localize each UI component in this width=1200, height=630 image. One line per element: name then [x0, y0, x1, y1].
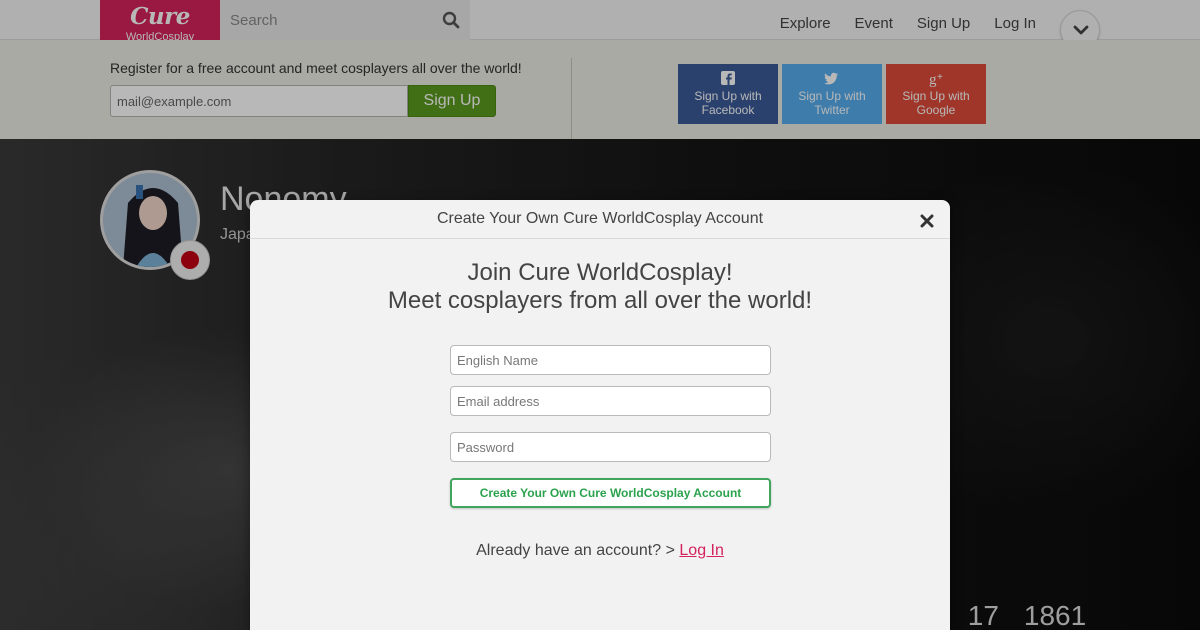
email-field[interactable] [450, 386, 771, 416]
modal-heading: Join Cure WorldCosplay! Meet cosplayers … [250, 259, 950, 315]
login-link[interactable]: Log In [679, 542, 723, 559]
login-prompt: Already have an account? > Log In [250, 542, 950, 560]
name-field[interactable] [450, 345, 771, 375]
password-field[interactable] [450, 432, 771, 462]
close-icon[interactable] [920, 214, 934, 228]
modal-heading-line1: Join Cure WorldCosplay! [467, 259, 733, 286]
modal-title: Create Your Own Cure WorldCosplay Accoun… [436, 210, 764, 227]
signup-modal: Create Your Own Cure WorldCosplay Accoun… [250, 200, 950, 630]
modal-heading-line2: Meet cosplayers from all over the world! [387, 287, 813, 314]
modal-header: Create Your Own Cure WorldCosplay Accoun… [250, 200, 950, 239]
login-prompt-text: Already have an account? > [476, 542, 675, 559]
create-account-button[interactable]: Create Your Own Cure WorldCosplay Accoun… [450, 478, 771, 508]
